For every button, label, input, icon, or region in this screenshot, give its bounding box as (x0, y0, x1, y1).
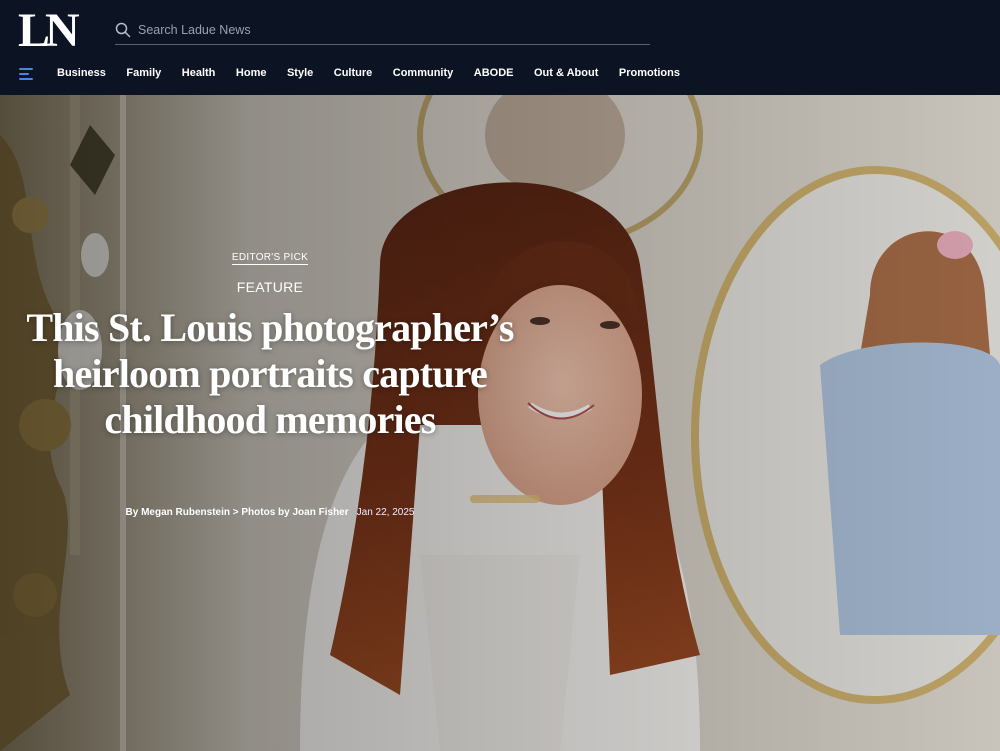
search-bar (115, 18, 650, 45)
nav-item-abode[interactable]: ABODE (474, 67, 514, 79)
nav-item-out-and-about[interactable]: Out & About (534, 67, 598, 79)
main-nav: Business Family Health Home Style Cultur… (0, 62, 1000, 88)
nav-items: Business Family Health Home Style Cultur… (57, 67, 700, 79)
nav-item-home[interactable]: Home (236, 67, 267, 79)
nav-item-health[interactable]: Health (182, 67, 216, 79)
section-label[interactable]: FEATURE (0, 279, 540, 295)
nav-item-family[interactable]: Family (126, 67, 161, 79)
nav-item-culture[interactable]: Culture (334, 67, 373, 79)
search-icon[interactable] (115, 22, 131, 38)
hero-text: EDITOR'S PICK FEATURE This St. Louis pho… (0, 95, 540, 751)
byline-authors[interactable]: By Megan Rubenstein > Photos by Joan Fis… (126, 507, 349, 518)
byline: By Megan Rubenstein > Photos by Joan Fis… (0, 507, 540, 518)
article-headline[interactable]: This St. Louis photographer’s heirloom p… (20, 305, 520, 443)
hero-feature[interactable]: EDITOR'S PICK FEATURE This St. Louis pho… (0, 95, 1000, 751)
nav-item-business[interactable]: Business (57, 67, 106, 79)
search-input[interactable] (138, 20, 638, 40)
publish-date: Jan 22, 2025 (356, 507, 415, 518)
site-header: LN Business Family Health Home Style Cul… (0, 0, 1000, 95)
editors-pick-label[interactable]: EDITOR'S PICK (0, 252, 540, 265)
nav-item-style[interactable]: Style (287, 67, 313, 79)
nav-item-promotions[interactable]: Promotions (619, 67, 680, 79)
nav-item-community[interactable]: Community (393, 67, 454, 79)
hamburger-menu-icon[interactable] (19, 68, 33, 80)
site-logo[interactable]: LN (18, 7, 80, 55)
